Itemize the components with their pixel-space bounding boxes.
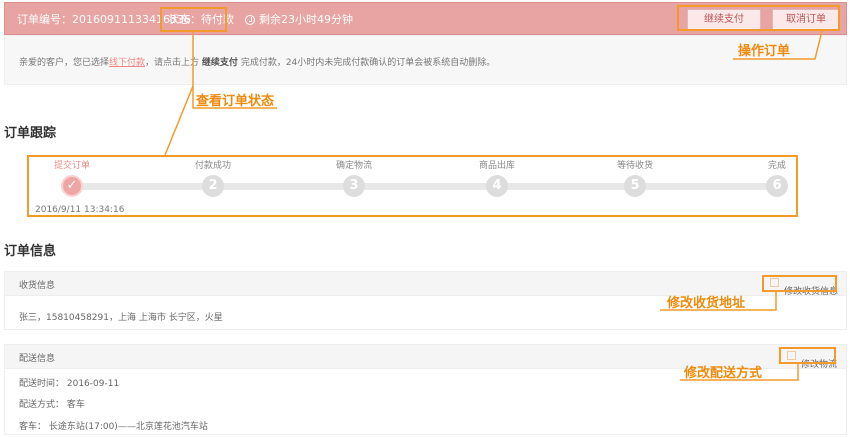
annotation-operate-order: 操作订单 <box>738 44 791 59</box>
annotation-view-status: 查看订单状态 <box>196 94 275 109</box>
annotation-modify-delivery: 修改配送方式 <box>684 366 763 381</box>
annotation-modify-address: 修改收货地址 <box>667 296 746 311</box>
